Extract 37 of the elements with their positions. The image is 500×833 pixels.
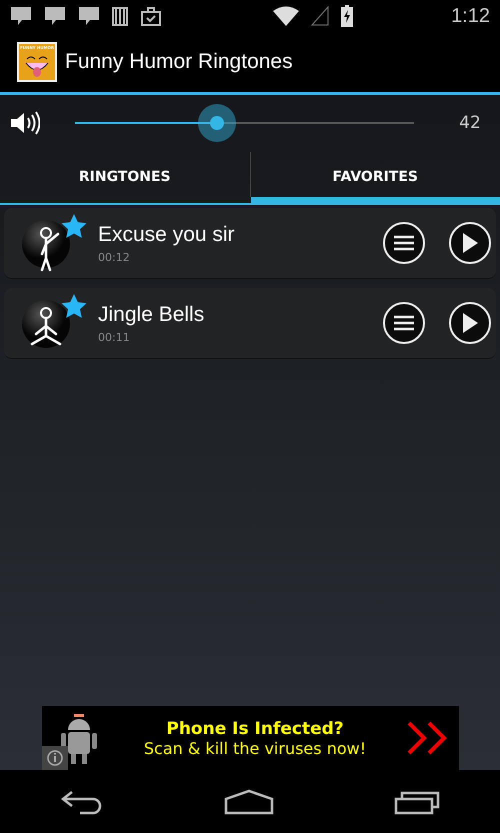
message-icon [78, 6, 100, 26]
info-icon[interactable] [42, 746, 68, 770]
play-button[interactable] [449, 302, 491, 344]
ad-banner[interactable]: Phone Is Infected? Scan & kill the viruses now! [42, 706, 458, 770]
sd-card-icon [112, 6, 128, 26]
play-icon [462, 233, 478, 253]
message-icon [10, 6, 32, 26]
tab[interactable]: RINGTONES [0, 150, 250, 203]
home-icon[interactable] [224, 788, 274, 814]
ringtone-title: Excuse you sir [98, 222, 236, 246]
ringtone-row[interactable]: Jingle Bells 00:11 [4, 288, 496, 359]
app-title: Funny Humor Ringtones [65, 50, 293, 74]
ringtone-title: Jingle Bells [98, 302, 206, 326]
menu-button[interactable] [383, 302, 425, 344]
ringtone-row[interactable]: Excuse you sir 00:12 [4, 208, 496, 279]
signal-icon [310, 6, 329, 26]
play-icon [462, 313, 478, 333]
ad-text: Scan & kill the viruses now! [144, 738, 366, 758]
tab[interactable]: FAVORITES [250, 150, 500, 203]
wifi-icon [272, 6, 299, 26]
ad-headline: Phone Is Infected? [166, 718, 344, 738]
volume-reading: 42 [458, 112, 482, 132]
menu-icon [394, 235, 414, 251]
ringtone-duration: 00:12 [98, 250, 131, 264]
favorite-star-icon[interactable] [61, 294, 87, 319]
volume-icon [10, 110, 40, 134]
play-button[interactable] [449, 222, 491, 264]
menu-button[interactable] [383, 222, 425, 264]
back-icon[interactable] [60, 788, 104, 814]
clock-time: 1:12 [451, 4, 490, 28]
ringtone-duration: 00:11 [98, 330, 131, 344]
double-chevron-icon [406, 720, 448, 756]
menu-icon [394, 315, 414, 331]
favorite-star-icon[interactable] [61, 214, 87, 239]
message-icon [44, 6, 66, 26]
battery-charging-icon [340, 5, 353, 27]
briefcase-check-icon [140, 6, 162, 26]
